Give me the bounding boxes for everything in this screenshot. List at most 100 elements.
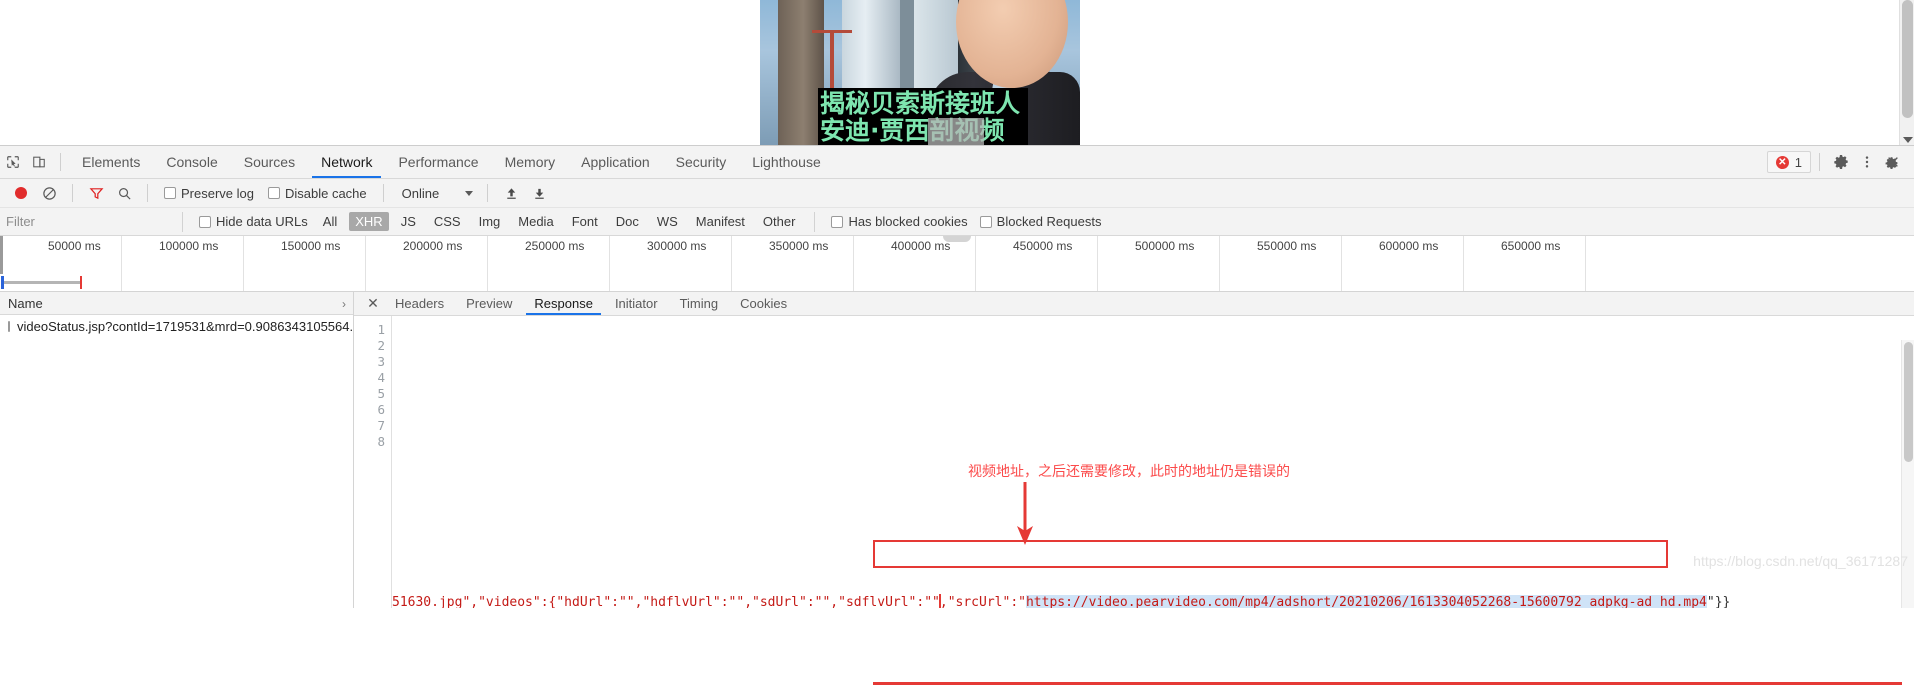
hide-data-urls-box[interactable] <box>199 215 211 228</box>
tab-response[interactable]: Response <box>523 292 604 315</box>
response-scrollbar-thumb[interactable] <box>1904 342 1913 462</box>
timeline-tick-label: 600000 ms <box>1379 239 1439 253</box>
timeline-tick-label: 550000 ms <box>1257 239 1317 253</box>
has-blocked-cookies-checkbox[interactable]: Has blocked cookies <box>831 214 968 229</box>
tab-sources-label: Sources <box>243 154 296 170</box>
tab-initiator[interactable]: Initiator <box>604 292 669 315</box>
preserve-log-box[interactable] <box>164 187 176 199</box>
export-har-button[interactable] <box>526 180 552 206</box>
gear-icon[interactable] <box>1828 149 1854 175</box>
net-toolbar-divider-3 <box>382 184 384 202</box>
filter-input[interactable] <box>0 208 172 235</box>
response-srcurl-key: ,"srcUrl":" <box>939 595 1026 608</box>
request-detail-tabbar: ✕ Headers Preview Response Initiator Tim… <box>354 292 1914 316</box>
tab-preview-label: Preview <box>466 296 513 311</box>
expand-columns-icon[interactable]: › <box>342 297 346 311</box>
blocked-requests-box[interactable] <box>979 215 992 228</box>
blocked-requests-checkbox[interactable]: Blocked Requests <box>979 214 1102 229</box>
tab-cookies-label: Cookies <box>740 296 788 311</box>
request-type-icon <box>8 320 10 332</box>
filter-icon[interactable] <box>83 180 109 206</box>
filter-divider-2 <box>814 211 816 232</box>
table-row[interactable]: videoStatus.jsp?contId=1719531&mrd=0.908… <box>0 315 353 337</box>
tab-application[interactable]: Application <box>568 146 663 178</box>
tab-performance[interactable]: Performance <box>385 146 491 178</box>
tab-security[interactable]: Security <box>663 146 740 178</box>
resource-type-css[interactable]: CSS <box>428 212 467 231</box>
tab-console[interactable]: Console <box>153 146 230 178</box>
has-blocked-cookies-box[interactable] <box>831 215 844 228</box>
resource-type-doc[interactable]: Doc <box>610 212 645 231</box>
resource-type-media[interactable]: Media <box>512 212 559 231</box>
tab-network[interactable]: Network <box>308 146 385 178</box>
disable-cache-checkbox[interactable]: Disable cache <box>267 186 367 201</box>
tab-elements[interactable]: Elements <box>69 146 153 178</box>
tab-lighthouse[interactable]: Lighthouse <box>739 146 834 178</box>
hide-data-urls-checkbox[interactable]: Hide data URLs <box>199 214 308 229</box>
requests-column-header[interactable]: Name › <box>0 292 353 315</box>
actions-divider <box>1819 153 1820 171</box>
tab-timing[interactable]: Timing <box>669 292 730 315</box>
tab-preview[interactable]: Preview <box>455 292 523 315</box>
line-number: 1 <box>377 322 385 337</box>
timeline-tick-label: 50000 ms <box>48 239 101 253</box>
clear-button[interactable] <box>36 180 62 206</box>
tab-sources[interactable]: Sources <box>231 146 308 178</box>
video-caption-line-1: 揭秘贝索斯接班人 <box>820 89 1021 118</box>
network-settings-gear-icon[interactable] <box>1878 150 1904 176</box>
video-thumbnail[interactable]: 揭秘贝索斯接班人 安迪·贾西剖视频 <box>760 0 1080 145</box>
resource-type-ws[interactable]: WS <box>651 212 684 231</box>
throttling-value: Online <box>401 185 440 201</box>
search-icon[interactable] <box>111 180 137 206</box>
resource-type-img[interactable]: Img <box>473 212 507 231</box>
preserve-log-checkbox[interactable]: Preserve log <box>164 186 254 201</box>
tab-memory[interactable]: Memory <box>492 146 569 178</box>
import-har-button[interactable] <box>498 180 524 206</box>
record-button[interactable] <box>8 180 34 206</box>
line-number: 4 <box>377 370 385 385</box>
disable-cache-box[interactable] <box>267 187 280 199</box>
has-blocked-cookies-label: Has blocked cookies <box>848 214 968 229</box>
resource-type-font[interactable]: Font <box>566 212 604 231</box>
response-video-url[interactable]: https://video.pearvideo.com/mp4/adshort/… <box>1025 595 1707 608</box>
scroll-down-arrow-icon[interactable] <box>1903 137 1913 143</box>
resource-type-xhr[interactable]: XHR <box>349 212 389 231</box>
response-suffix: "}} <box>1706 595 1731 608</box>
request-name: videoStatus.jsp?contId=1719531&mrd=0.908… <box>17 318 353 334</box>
tab-performance-label: Performance <box>398 154 479 170</box>
overview-load-event-marker <box>80 276 82 289</box>
page-scrollbar[interactable] <box>1899 0 1914 145</box>
tab-headers[interactable]: Headers <box>384 292 455 315</box>
resource-type-manifest[interactable]: Manifest <box>690 212 751 231</box>
tab-response-label: Response <box>534 296 593 311</box>
tab-security-label: Security <box>675 154 727 170</box>
resource-type-all[interactable]: All <box>317 212 343 231</box>
web-page-viewport: 揭秘贝索斯接班人 安迪·贾西剖视频 <box>0 0 1914 145</box>
network-overview-timeline[interactable]: 50000 ms 100000 ms 150000 ms 200000 ms 2… <box>0 236 1914 292</box>
resource-type-js[interactable]: JS <box>395 212 422 231</box>
blocked-requests-label: Blocked Requests <box>996 214 1102 229</box>
timeline-tick-label: 250000 ms <box>525 239 585 253</box>
resource-type-other[interactable]: Other <box>757 212 802 231</box>
line-number: 8 <box>377 434 385 449</box>
close-detail-icon[interactable]: ✕ <box>362 295 384 312</box>
hide-data-urls-label: Hide data URLs <box>216 214 308 229</box>
error-count-badge[interactable]: ✕ 1 <box>1766 151 1811 173</box>
net-toolbar-divider-1 <box>72 184 73 202</box>
throttling-select[interactable]: Online <box>398 186 478 201</box>
request-detail-pane: ✕ Headers Preview Response Initiator Tim… <box>354 292 1914 608</box>
overview-request-duration <box>4 281 80 284</box>
watermark: https://blog.csdn.net/qq_36171287 <box>1693 553 1908 569</box>
inspect-element-icon[interactable] <box>0 149 26 175</box>
device-toolbar-icon[interactable] <box>26 149 52 175</box>
page-scrollbar-thumb[interactable] <box>1902 0 1913 118</box>
error-icon: ✕ <box>1775 155 1789 169</box>
tab-cookies[interactable]: Cookies <box>729 292 798 315</box>
devtools-panel: Elements Console Sources Network Perform… <box>0 145 1914 685</box>
network-filter-row: Hide data URLs All XHR JS CSS Img Media … <box>0 208 1914 236</box>
code-line-6[interactable]: 51630.jpg","videos":{"hdUrl":"","hdflvUr… <box>392 594 1914 608</box>
more-options-icon[interactable] <box>1854 149 1880 175</box>
requests-list-pane: Name › videoStatus.jsp?contId=1719531&mr… <box>0 292 354 608</box>
